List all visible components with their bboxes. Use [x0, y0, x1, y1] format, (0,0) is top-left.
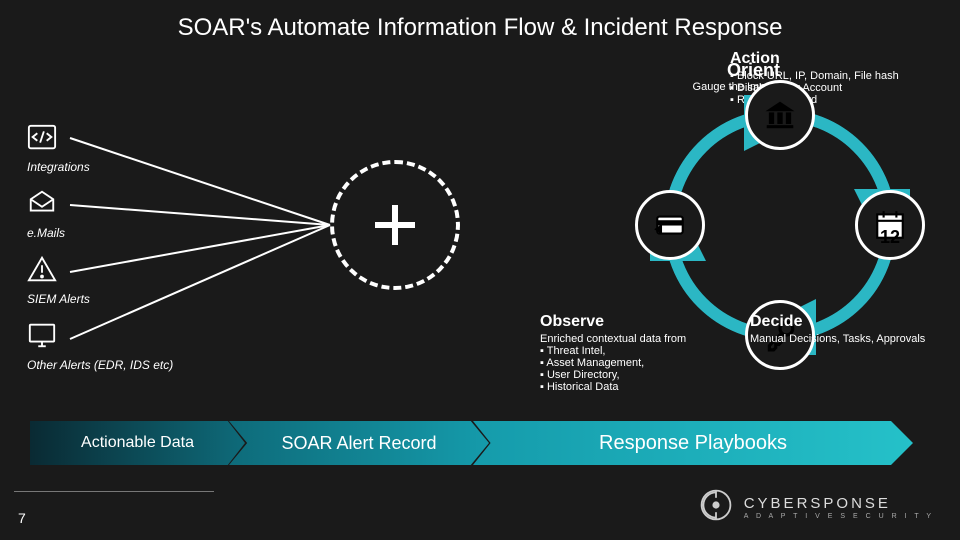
decide-subtext: Manual Decisions, Tasks, Approvals: [750, 333, 930, 345]
process-arrow: Actionable Data SOAR Alert Record Respon…: [30, 421, 930, 465]
decide-heading: Decide: [750, 313, 930, 331]
source-label: e.Mails: [27, 226, 195, 240]
arrow-segment-2: SOAR Alert Record: [229, 421, 489, 465]
logo-tagline: A D A P T I V E S E C U R I T Y: [744, 513, 934, 520]
source-siem: [25, 252, 195, 286]
action-item: Block URL, IP, Domain, File hash: [730, 70, 930, 82]
logo-mark-icon: [698, 487, 734, 528]
source-integrations: [25, 120, 195, 154]
observe-item: Threat Intel,: [540, 345, 740, 357]
orient-node: [745, 80, 815, 150]
arrow-segment-1: Actionable Data: [30, 421, 245, 465]
source-label: Other Alerts (EDR, IDS etc): [27, 358, 195, 372]
company-logo: CYBERSPONSE A D A P T I V E S E C U R I …: [698, 487, 934, 528]
calendar-number: 12: [880, 227, 900, 248]
footer-divider: [14, 491, 214, 492]
source-label: SIEM Alerts: [27, 292, 195, 306]
observe-subtext: Enriched contextual data from: [540, 333, 740, 345]
action-heading: Action: [730, 50, 930, 68]
source-label: Integrations: [27, 160, 195, 174]
observe-list: Threat Intel, Asset Management, User Dir…: [540, 345, 740, 393]
alert-record-target-icon: [330, 160, 460, 290]
observe-node: [635, 190, 705, 260]
bank-icon: [763, 98, 797, 132]
slide-number: 7: [18, 510, 26, 526]
credit-card-icon: [653, 208, 687, 242]
code-icon: [25, 120, 59, 154]
mail-icon: [25, 186, 59, 220]
observe-section: Observe Enriched contextual data from Th…: [540, 313, 740, 393]
action-node: 12: [855, 190, 925, 260]
observe-heading: Observe: [540, 313, 740, 331]
logo-text: CYBERSPONSE: [744, 495, 891, 512]
observe-item: User Directory,: [540, 369, 740, 381]
source-emails: [25, 186, 195, 220]
data-sources-column: Integrations e.Mails SIEM Alerts Other A…: [25, 120, 195, 384]
warning-icon: [25, 252, 59, 286]
arrow-segment-3: Response Playbooks: [473, 421, 913, 465]
crosshair-icon: [375, 205, 415, 245]
observe-item: Historical Data: [540, 381, 740, 393]
slide-title: SOAR's Automate Information Flow & Incid…: [0, 14, 960, 42]
observe-item: Asset Management,: [540, 357, 740, 369]
monitor-icon: [25, 318, 59, 352]
source-other: [25, 318, 195, 352]
decide-section: Decide Manual Decisions, Tasks, Approval…: [750, 313, 930, 345]
